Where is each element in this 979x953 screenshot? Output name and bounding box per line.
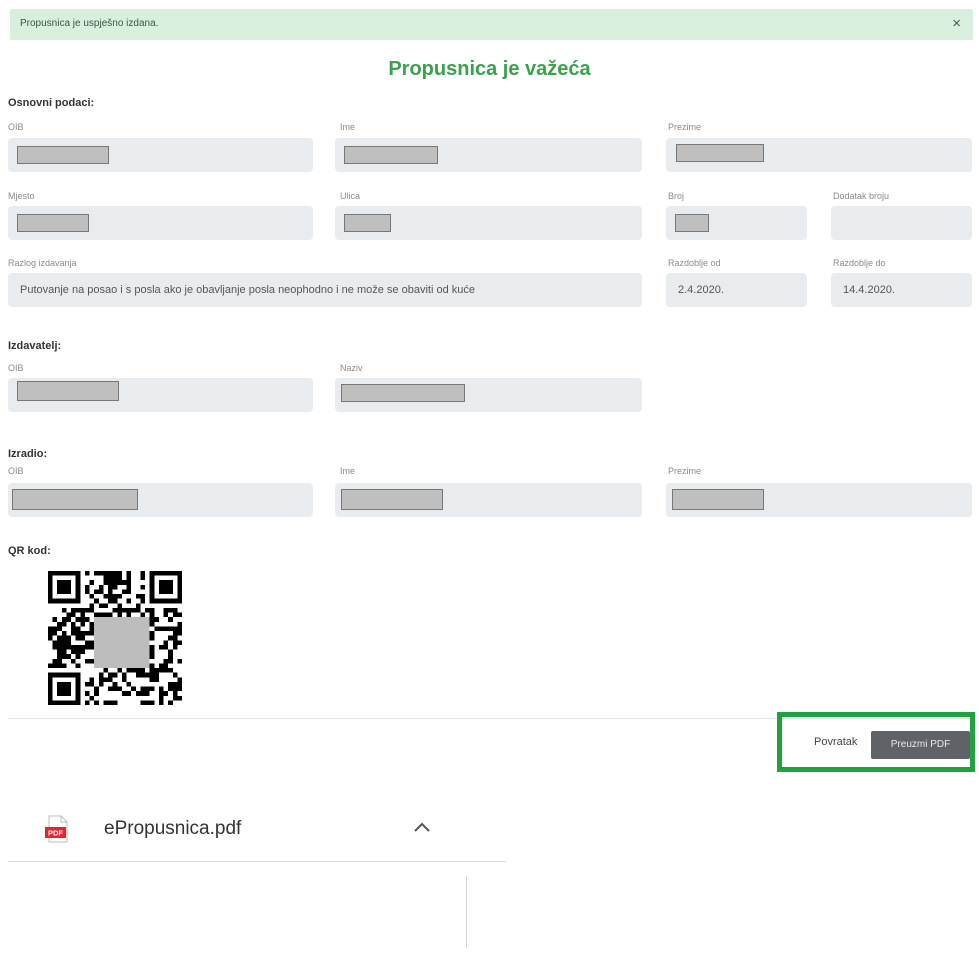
redacted-block <box>344 214 391 232</box>
razdoblje-do-value: 14.4.2020. <box>843 284 895 296</box>
field-broj <box>666 206 807 240</box>
section-title-qr: QR kod: <box>8 545 51 557</box>
section-title-creator: Izradio: <box>8 448 48 460</box>
redacted-block <box>341 384 465 402</box>
download-bar-border <box>8 861 506 862</box>
field-razdoblje-od: 2.4.2020. <box>666 273 807 307</box>
razlog-value: Putovanje na posao i s posla ako je obav… <box>20 284 475 296</box>
section-title-issuer: Izdavatelj: <box>8 340 62 352</box>
redacted-block <box>17 214 89 232</box>
redacted-block <box>672 489 764 510</box>
redacted-block <box>17 381 119 401</box>
label-prezime: Prezime <box>668 122 702 132</box>
label-razlog: Razlog izdavanja <box>8 258 77 268</box>
redacted-block <box>12 489 138 510</box>
download-filename[interactable]: ePropusnica.pdf <box>104 818 241 840</box>
close-icon[interactable]: × <box>952 15 961 32</box>
qr-redaction <box>94 617 150 669</box>
field-ime <box>335 138 642 172</box>
field-issuer-oib <box>8 378 313 412</box>
page-title: Propusnica je važeća <box>388 58 591 80</box>
redacted-block <box>17 146 109 164</box>
redacted-block <box>344 146 438 164</box>
razdoblje-od-value: 2.4.2020. <box>678 284 724 296</box>
redacted-block <box>675 214 709 232</box>
label-razdoblje-do: Razdoblje do <box>833 258 886 268</box>
field-razlog: Putovanje na posao i s posla ako je obav… <box>8 273 642 307</box>
redacted-block <box>676 144 764 162</box>
label-ime: Ime <box>340 122 356 132</box>
label-issuer-naziv: Naziv <box>340 363 363 373</box>
field-dodatak-broju <box>831 206 972 240</box>
field-issuer-naziv <box>335 378 642 412</box>
field-mjesto <box>8 206 313 240</box>
download-bar-separator <box>466 876 467 948</box>
label-dodatak-broju: Dodatak broju <box>833 191 890 201</box>
field-razdoblje-do: 14.4.2020. <box>831 273 972 307</box>
label-creator-prezime: Prezime <box>668 466 702 476</box>
success-alert: Propusnica je uspješno izdana. × <box>10 9 973 40</box>
label-issuer-oib: OIB <box>8 363 24 373</box>
pdf-file-icon[interactable]: PDF <box>44 815 70 843</box>
label-mjesto: Mjesto <box>8 191 35 201</box>
label-creator-ime: Ime <box>340 466 356 476</box>
qr-code <box>48 571 182 705</box>
field-oib <box>8 138 313 172</box>
download-pdf-button[interactable]: Preuzmi PDF <box>871 731 970 759</box>
alert-message: Propusnica je uspješno izdana. <box>20 18 159 29</box>
section-title-basic: Osnovni podaci: <box>8 97 95 109</box>
field-creator-oib <box>8 483 313 517</box>
label-ulica: Ulica <box>340 191 361 201</box>
pdf-icon-label: PDF <box>48 829 63 838</box>
label-broj: Broj <box>668 191 685 201</box>
label-razdoblje-od: Razdoblje od <box>668 258 721 268</box>
label-creator-oib: OIB <box>8 466 24 476</box>
back-button[interactable]: Povratak <box>814 736 857 748</box>
field-creator-prezime <box>666 483 972 517</box>
redacted-block <box>341 489 443 510</box>
label-oib: OIB <box>8 122 24 132</box>
chevron-up-icon[interactable] <box>412 820 432 834</box>
field-creator-ime <box>335 483 642 517</box>
field-ulica <box>335 206 642 240</box>
field-prezime <box>666 138 972 172</box>
